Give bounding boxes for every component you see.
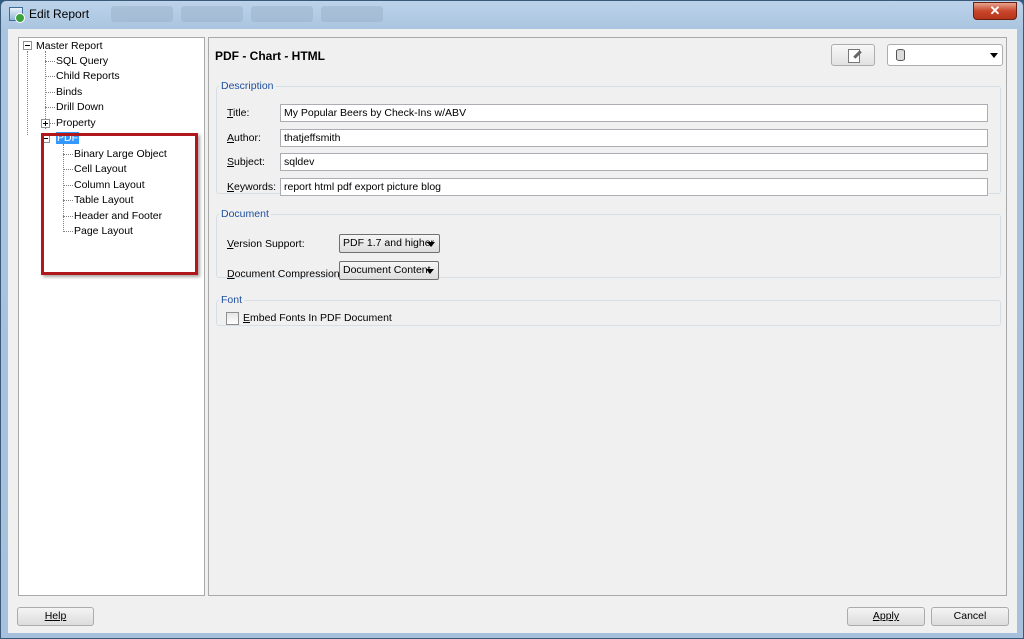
window-title: Edit Report xyxy=(29,7,90,21)
font-legend: Font xyxy=(221,294,243,306)
author-label: Author: xyxy=(227,132,261,144)
document-compression-value: Document Content xyxy=(343,264,431,276)
report-icon xyxy=(9,7,25,23)
tree-item-property[interactable]: Property xyxy=(56,116,96,130)
version-support-label: Version Support: xyxy=(227,238,305,250)
navigation-tree: Master Report SQL Query Child Reports Bi… xyxy=(19,38,204,595)
title-field[interactable]: My Popular Beers by Check-Ins w/ABV xyxy=(280,104,988,122)
annotation-highlight-box xyxy=(41,133,198,275)
chevron-down-icon xyxy=(427,242,435,247)
document-compression-select[interactable]: Document Content xyxy=(339,261,439,280)
subject-field[interactable]: sqldev xyxy=(280,153,988,171)
background-taskbar xyxy=(111,6,383,22)
edit-document-button[interactable] xyxy=(831,44,875,66)
help-button[interactable]: Help xyxy=(17,607,94,626)
navigation-tree-panel: Master Report SQL Query Child Reports Bi… xyxy=(18,37,205,596)
document-group: Document Version Support: PDF 1.7 and hi… xyxy=(216,208,1001,280)
tree-item-label: Master Report xyxy=(36,40,103,52)
tree-item-drill-down[interactable]: Drill Down xyxy=(56,100,104,114)
version-support-select[interactable]: PDF 1.7 and higher xyxy=(339,234,440,253)
tree-item-master-report[interactable]: Master Report xyxy=(36,39,103,53)
tree-item-child-reports[interactable]: Child Reports xyxy=(56,69,120,83)
description-group: Description Title: My Popular Beers by C… xyxy=(216,80,1001,196)
embed-fonts-checkbox[interactable] xyxy=(226,312,239,325)
keywords-label: Keywords: xyxy=(227,181,277,193)
panel-title: PDF - Chart - HTML xyxy=(215,49,325,63)
document-legend: Document xyxy=(221,208,269,220)
title-bar: Edit Report ✕ xyxy=(1,1,1023,29)
edit-report-window: Edit Report ✕ Master Report SQL Query Ch… xyxy=(0,0,1024,639)
tree-item-sql-query[interactable]: SQL Query xyxy=(56,54,108,68)
cancel-button[interactable]: Cancel xyxy=(931,607,1009,626)
version-support-value: PDF 1.7 and higher xyxy=(343,237,435,249)
description-legend: Description xyxy=(221,80,274,92)
settings-panel: PDF - Chart - HTML Description Title: My… xyxy=(208,37,1007,596)
collapse-master-report-icon[interactable] xyxy=(23,41,32,50)
tree-item-binds[interactable]: Binds xyxy=(56,85,82,99)
expand-property-icon[interactable] xyxy=(41,119,50,128)
chevron-down-icon xyxy=(426,269,434,274)
connection-dropdown[interactable] xyxy=(887,44,1003,66)
title-label: Title: xyxy=(227,107,250,119)
document-compression-label: Document Compression: xyxy=(227,268,343,280)
author-field[interactable]: thatjeffsmith xyxy=(280,129,988,147)
dialog-body: Master Report SQL Query Child Reports Bi… xyxy=(8,29,1017,633)
font-group: Font Embed Fonts In PDF Document xyxy=(216,294,1001,326)
close-button[interactable]: ✕ xyxy=(973,2,1017,20)
apply-button[interactable]: Apply xyxy=(847,607,925,626)
chevron-down-icon xyxy=(990,53,998,58)
keywords-field[interactable]: report html pdf export picture blog xyxy=(280,178,988,196)
database-icon xyxy=(896,49,905,61)
subject-label: Subject: xyxy=(227,156,265,168)
embed-fonts-label[interactable]: Embed Fonts In PDF Document xyxy=(243,312,392,324)
